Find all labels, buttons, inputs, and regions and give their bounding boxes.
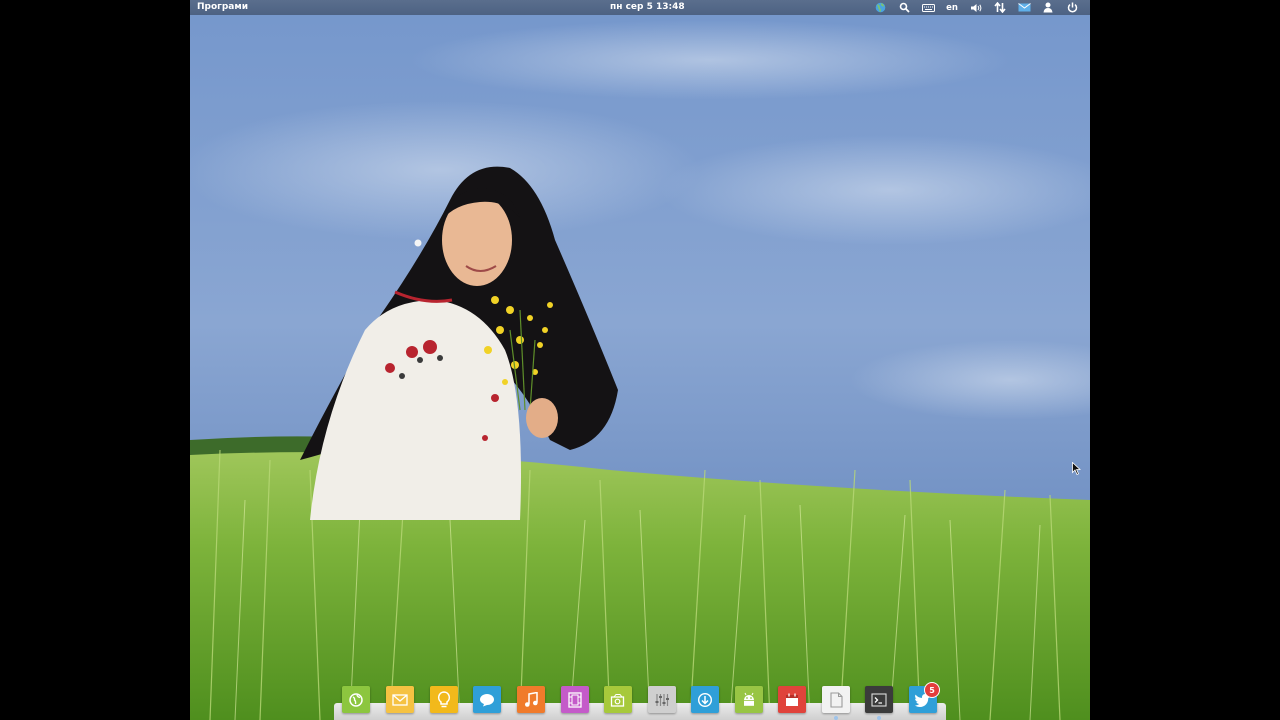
dock-item-video[interactable]	[561, 686, 589, 713]
music-note-icon	[525, 691, 538, 707]
mouse-cursor	[1072, 462, 1081, 475]
dock-item-settings[interactable]	[648, 686, 676, 713]
dock-item-calendar[interactable]	[778, 686, 806, 713]
download-icon	[697, 692, 713, 707]
chat-bubble-icon	[480, 693, 494, 706]
clock[interactable]: пн сер 5 13:48	[610, 2, 685, 12]
network-globe-icon[interactable]	[868, 0, 892, 15]
dock-item-messaging[interactable]	[473, 686, 501, 713]
top-panel: Програми пн сер 5 13:48 en	[190, 0, 1090, 15]
volume-icon[interactable]	[964, 0, 988, 15]
film-icon	[568, 691, 582, 708]
dock	[334, 703, 946, 720]
dock-item-android[interactable]	[735, 686, 763, 713]
language-label: en	[946, 2, 958, 13]
dock-item-photos[interactable]	[604, 686, 632, 713]
envelope-icon	[392, 693, 408, 706]
lightbulb-icon	[437, 690, 451, 707]
calendar-icon	[786, 693, 798, 706]
mail-icon[interactable]	[1012, 0, 1036, 15]
language-indicator[interactable]: en	[940, 0, 964, 15]
desktop-wallpaper	[190, 0, 1090, 720]
desktop: Програми пн сер 5 13:48 en 5	[190, 0, 1090, 720]
running-indicator	[834, 716, 838, 720]
photo-icon	[610, 693, 625, 707]
running-indicator	[877, 716, 881, 720]
document-icon	[829, 691, 843, 708]
globe-icon	[349, 692, 363, 707]
dock-item-software-center[interactable]	[691, 686, 719, 713]
dock-item-browser[interactable]	[342, 686, 370, 713]
sliders-icon	[655, 693, 669, 706]
user-icon[interactable]	[1036, 0, 1060, 15]
dock-item-tips[interactable]	[430, 686, 458, 713]
keyboard-icon[interactable]	[916, 0, 940, 15]
network-transfer-icon[interactable]	[988, 0, 1012, 15]
notification-badge: 5	[924, 682, 940, 698]
applications-menu[interactable]: Програми	[197, 2, 248, 12]
terminal-icon	[871, 692, 887, 707]
search-icon[interactable]	[892, 0, 916, 15]
dock-item-terminal[interactable]	[865, 686, 893, 713]
robot-icon	[744, 692, 754, 706]
indicator-area: en	[868, 0, 1084, 15]
dock-item-mail[interactable]	[386, 686, 414, 713]
dock-item-music[interactable]	[517, 686, 545, 713]
power-icon[interactable]	[1060, 0, 1084, 15]
dock-item-text-editor[interactable]	[822, 686, 850, 713]
